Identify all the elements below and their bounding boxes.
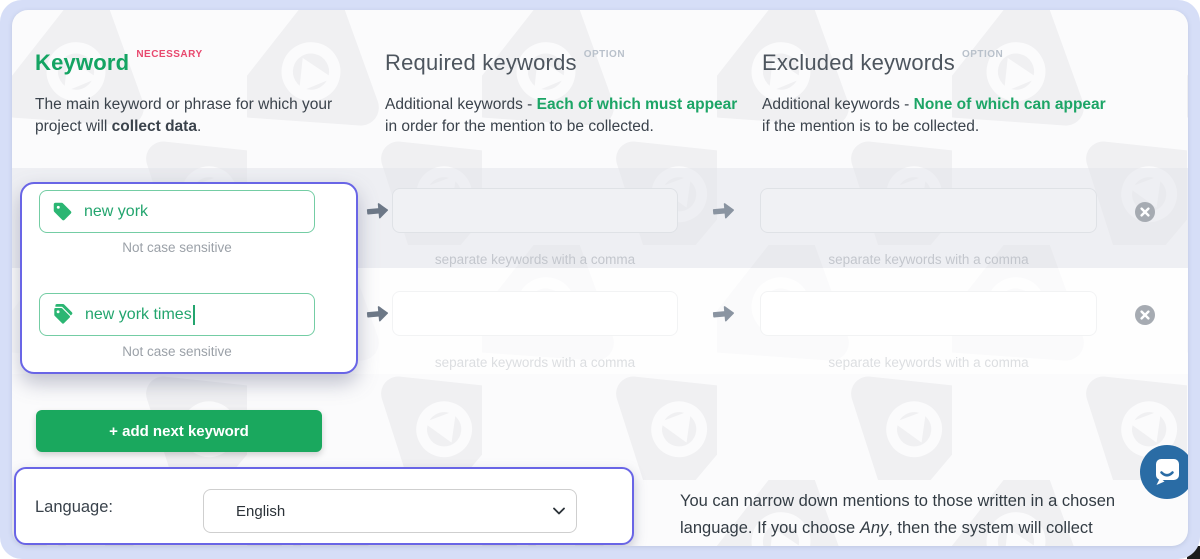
required-desc-post: in order for the mention to be collected…	[385, 118, 654, 135]
add-next-keyword-button[interactable]: + add next keyword	[36, 410, 322, 452]
language-label: Language:	[35, 498, 113, 517]
chat-launcher[interactable]	[1140, 445, 1188, 499]
remove-row-button[interactable]	[1134, 201, 1156, 223]
note-italic: Any	[860, 519, 888, 537]
excluded-desc-pre: Additional keywords -	[762, 96, 914, 113]
arrow-right-icon	[363, 197, 391, 225]
keyword-column-title: Keyword NECESSARY	[35, 50, 203, 76]
required-column-title: Required keywords OPTION	[385, 50, 625, 76]
tags-icon	[52, 304, 74, 326]
excluded-desc-strong: None of which can appear	[914, 96, 1106, 113]
tag-icon	[52, 201, 73, 222]
case-sensitivity-note: Not case sensitive	[39, 240, 315, 255]
necessary-badge: NECESSARY	[136, 49, 202, 60]
required-desc-pre: Additional keywords -	[385, 96, 537, 113]
excluded-desc-post: if the mention is to be collected.	[762, 118, 979, 135]
required-title-text: Required keywords	[385, 50, 577, 75]
text-caret	[193, 305, 195, 325]
remove-row-button[interactable]	[1134, 304, 1156, 326]
case-sensitivity-note: Not case sensitive	[39, 344, 315, 359]
option-badge: OPTION	[962, 49, 1003, 60]
keyword-input[interactable]: new york times	[39, 293, 315, 336]
arrow-right-icon	[709, 300, 737, 328]
keyword-value: new york times	[85, 306, 192, 324]
keyword-value: new york	[84, 203, 148, 221]
keyword-input[interactable]: new york	[39, 190, 315, 233]
language-explanation-text: You can narrow down mentions to those wr…	[680, 488, 1150, 546]
excluded-title-text: Excluded keywords	[762, 50, 955, 75]
screenshot-page: Keyword NECESSARY The main keyword or phr…	[0, 0, 1200, 559]
excluded-column-title: Excluded keywords OPTION	[762, 50, 1003, 76]
excluded-description: Additional keywords - None of which can …	[762, 94, 1112, 138]
required-desc-strong: Each of which must appear	[537, 96, 738, 113]
keyword-desc-strong: collect data	[112, 118, 197, 135]
language-select[interactable]: English	[203, 489, 577, 533]
keyword-desc-post: .	[197, 118, 201, 135]
option-badge: OPTION	[584, 49, 625, 60]
keyword-title-text: Keyword	[35, 50, 129, 75]
arrow-right-icon	[363, 300, 391, 328]
arrow-right-icon	[709, 197, 737, 225]
keyword-setup-panel: Keyword NECESSARY The main keyword or phr…	[12, 10, 1188, 546]
required-description: Additional keywords - Each of which must…	[385, 94, 743, 138]
keyword-description: The main keyword or phrase for which you…	[35, 94, 337, 138]
